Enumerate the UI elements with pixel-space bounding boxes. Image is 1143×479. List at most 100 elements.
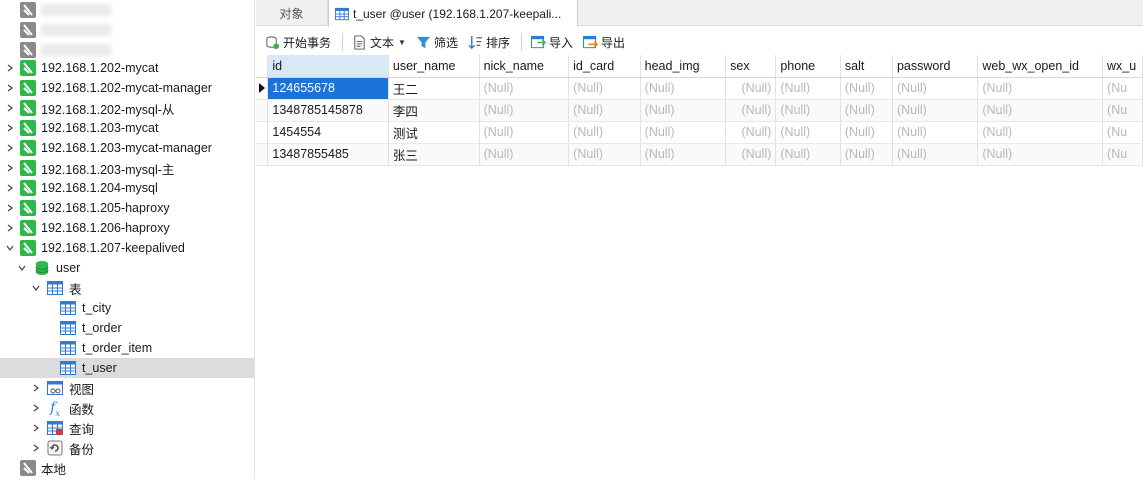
row-marker[interactable]	[256, 121, 269, 144]
export-button[interactable]: 导出	[580, 31, 628, 53]
table-cell[interactable]: (Null)	[840, 99, 893, 122]
tree-item-database-user[interactable]: user	[0, 258, 254, 278]
tree-item-table[interactable]: t_user	[0, 358, 254, 378]
table-cell[interactable]: 李四	[388, 99, 480, 122]
table-cell[interactable]: (Null)	[568, 99, 641, 122]
table-cell[interactable]: (Null)	[977, 99, 1104, 122]
table-cell[interactable]: (Null)	[775, 77, 841, 100]
chevron-right-icon[interactable]	[30, 382, 42, 394]
table-cell[interactable]: (Nu	[1102, 121, 1143, 144]
table-cell[interactable]: (Null)	[892, 77, 979, 100]
column-header[interactable]: id	[267, 55, 389, 78]
import-button[interactable]: 导入	[528, 31, 576, 53]
table-cell[interactable]: (Nu	[1102, 143, 1143, 166]
tree-item-connection[interactable]: 192.168.1.202-mycat-manager	[0, 78, 254, 98]
tree-item-tables[interactable]: 表	[0, 278, 254, 298]
row-marker[interactable]	[256, 99, 269, 122]
column-header[interactable]: nick_name	[479, 55, 570, 78]
table-row[interactable]: 1348785145878 李四 (Null) (Null) (Null) (Null)(…	[256, 99, 1143, 122]
chevron-right-icon[interactable]	[4, 122, 16, 134]
table-cell[interactable]: (Null)	[640, 121, 727, 144]
table-cell[interactable]: (Null)	[725, 99, 777, 122]
chevron-right-icon[interactable]	[4, 62, 16, 74]
table-cell[interactable]: (Null)	[640, 99, 727, 122]
filter-button[interactable]: 筛选	[413, 31, 461, 53]
chevron-right-icon[interactable]	[30, 422, 42, 434]
tree-item-hidden-connection[interactable]	[0, 0, 254, 20]
current-row-marker-icon[interactable]	[256, 77, 269, 100]
table-cell[interactable]: 124655678	[267, 77, 389, 100]
column-header[interactable]: web_wx_open_id	[977, 55, 1104, 78]
table-cell[interactable]: (Null)	[479, 121, 570, 144]
tree-item-connection[interactable]: 192.168.1.206-haproxy	[0, 218, 254, 238]
table-cell[interactable]: (Null)	[479, 143, 570, 166]
chevron-down-icon[interactable]	[4, 242, 16, 254]
table-cell[interactable]: (Null)	[977, 143, 1104, 166]
table-cell[interactable]: 张三	[388, 143, 480, 166]
column-header[interactable]: password	[892, 55, 979, 78]
chevron-right-icon[interactable]	[4, 142, 16, 154]
table-cell[interactable]: 王二	[388, 77, 480, 100]
sort-button[interactable]: 排序	[465, 31, 513, 53]
tree-item-connection[interactable]: 192.168.1.207-keepalived	[0, 238, 254, 258]
table-cell[interactable]: (Null)	[568, 121, 641, 144]
tab-objects[interactable]: 对象	[256, 0, 328, 26]
table-cell[interactable]: (Null)	[568, 143, 641, 166]
tree-item-connection[interactable]: 192.168.1.202-mycat	[0, 58, 254, 78]
table-cell[interactable]: (Null)	[977, 77, 1104, 100]
table-cell[interactable]: 1348785145878	[267, 99, 389, 122]
tree-item-backups[interactable]: 备份	[0, 438, 254, 458]
table-cell[interactable]: (Null)	[840, 77, 893, 100]
tree-item-connection[interactable]: 192.168.1.203-mycat	[0, 118, 254, 138]
chevron-down-icon[interactable]	[30, 282, 42, 294]
chevron-right-icon[interactable]	[30, 442, 42, 454]
table-cell[interactable]: (Null)	[892, 99, 979, 122]
tree-item-connection[interactable]: 192.168.1.203-mycat-manager	[0, 138, 254, 158]
table-cell[interactable]: (Null)	[775, 99, 841, 122]
tree-item-connection[interactable]: 192.168.1.202-mysql-从	[0, 98, 254, 118]
chevron-right-icon[interactable]	[30, 402, 42, 414]
chevron-right-icon[interactable]	[4, 222, 16, 234]
table-row[interactable]: 13487855485 张三 (Null) (Null) (Null) (Null) (Nu…	[256, 143, 1143, 166]
column-header[interactable]: user_name	[388, 55, 480, 78]
table-cell[interactable]: (Null)	[725, 121, 777, 144]
tree-item-hidden-connection[interactable]	[0, 20, 254, 40]
tree-item-connection[interactable]: 192.168.1.205-haproxy	[0, 198, 254, 218]
table-cell[interactable]: (Null)	[977, 121, 1104, 144]
table-cell[interactable]: 13487855485	[267, 143, 389, 166]
text-button[interactable]: 文本 ▼	[349, 31, 409, 53]
table-cell[interactable]: (Null)	[775, 143, 841, 166]
table-cell[interactable]: (Nu	[1102, 77, 1143, 100]
table-cell[interactable]: (Null)	[640, 143, 727, 166]
table-row[interactable]: 124655678 王二 (Null) (Null) (Null) (Null) (Null…	[256, 77, 1143, 100]
column-header[interactable]: wx_u	[1102, 55, 1143, 78]
column-header[interactable]: sex	[725, 55, 777, 78]
table-cell[interactable]: (Null)	[725, 77, 777, 100]
column-header[interactable]: head_img	[640, 55, 727, 78]
chevron-right-icon[interactable]	[4, 82, 16, 94]
dropdown-arrow-icon[interactable]: ▼	[398, 38, 406, 47]
table-cell[interactable]: 测试	[388, 121, 480, 144]
tree-item-queries[interactable]: 查询	[0, 418, 254, 438]
column-header[interactable]: phone	[775, 55, 841, 78]
table-cell[interactable]: (Null)	[840, 143, 893, 166]
table-cell[interactable]: (Null)	[892, 143, 979, 166]
table-cell[interactable]: (Null)	[775, 121, 841, 144]
table-cell[interactable]: (Null)	[892, 121, 979, 144]
tree-item-connection[interactable]: 192.168.1.203-mysql-主	[0, 158, 254, 178]
tree-item-views[interactable]: 视图	[0, 378, 254, 398]
tree-item-hidden-connection[interactable]	[0, 40, 254, 60]
tree-item-connection[interactable]: 192.168.1.204-mysql	[0, 178, 254, 198]
chevron-right-icon[interactable]	[4, 202, 16, 214]
table-cell[interactable]: (Null)	[479, 99, 570, 122]
table-row[interactable]: 1454554 测试 (Null) (Null) (Null) (Null) (Null)(…	[256, 121, 1143, 144]
chevron-right-icon[interactable]	[4, 102, 16, 114]
table-cell[interactable]: (Null)	[568, 77, 641, 100]
begin-transaction-button[interactable]: 开始事务	[262, 31, 334, 53]
column-header[interactable]: id_card	[568, 55, 641, 78]
tab-t-user[interactable]: t_user @user (192.168.1.207-keepali...	[328, 0, 578, 27]
chevron-right-icon[interactable]	[4, 182, 16, 194]
tree-item-local[interactable]: 本地	[0, 458, 254, 478]
column-header[interactable]: salt	[840, 55, 893, 78]
table-cell[interactable]: (Null)	[640, 77, 727, 100]
